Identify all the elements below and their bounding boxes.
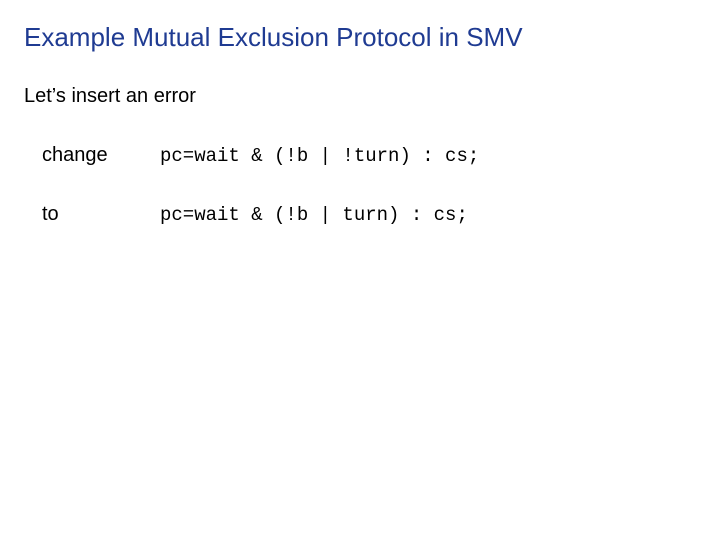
code-row: change pc=wait & (!b | !turn) : cs; [24, 144, 696, 167]
code-row: to pc=wait & (!b | turn) : cs; [24, 203, 696, 226]
slide-subtitle: Let’s insert an error [24, 85, 696, 108]
row-label: change [42, 144, 160, 167]
row-label: to [42, 203, 160, 226]
slide-title: Example Mutual Exclusion Protocol in SMV [24, 22, 696, 53]
row-code: pc=wait & (!b | !turn) : cs; [160, 145, 479, 167]
row-code: pc=wait & (!b | turn) : cs; [160, 204, 468, 226]
